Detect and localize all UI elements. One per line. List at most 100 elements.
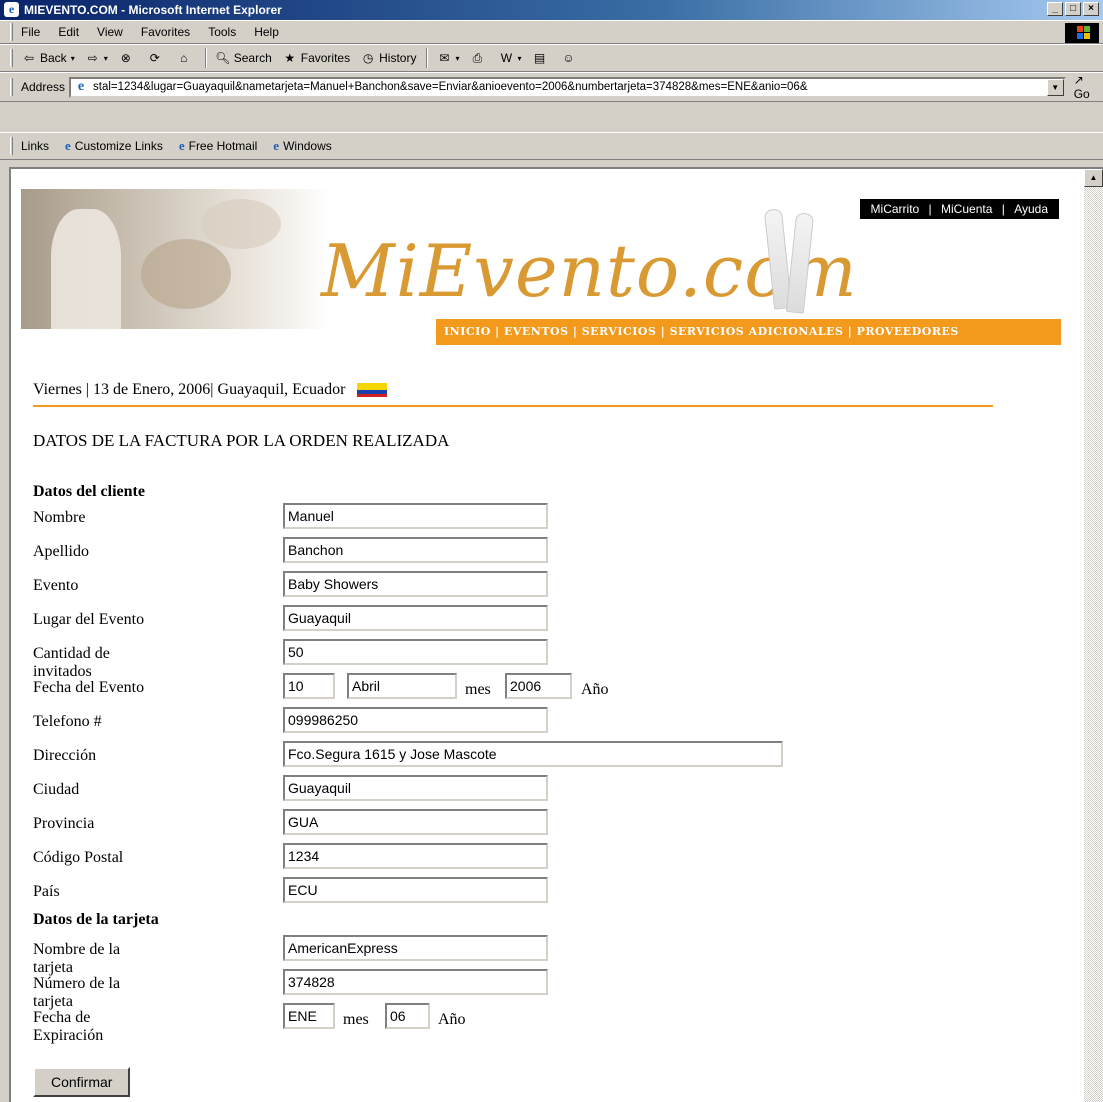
fecha-evento-label: Fecha del Evento [33,679,145,696]
page-icon: e [77,79,85,94]
scroll-up-icon[interactable]: ▲ [1084,169,1103,187]
account-nav: MiCarrito | MiCuenta | Ayuda [859,199,1059,219]
evento-field[interactable]: Baby Showers [283,571,548,597]
address-label: Address [21,80,66,94]
ciudad-field[interactable]: Guayaquil [283,775,548,801]
telefono-label: Telefono # [33,713,102,730]
links-label: Links [21,139,50,153]
exp-anio-label: Año [438,1011,466,1028]
back-arrow-icon: ⇦ [23,51,35,65]
champagne-glasses-image [761,208,821,319]
mail-button[interactable]: ✉ ▾ [436,50,459,66]
messenger-icon: ☺ [562,51,575,65]
link-free-hotmail[interactable]: e Free Hotmail [179,138,257,154]
title-bar: e MIEVENTO.COM - Microsoft Internet Expl… [0,0,1103,20]
menu-file[interactable]: File [21,25,40,39]
section-cliente: Datos del cliente [33,483,145,500]
page-viewport: MiEvento.com MiCarrito | MiCuenta | Ayud… [9,167,1103,1102]
address-url: stal=1234&lugar=Guayaquil&nametarjeta=Ma… [93,81,808,93]
refresh-button[interactable]: ⟳ [147,50,166,66]
tarjeta-numero-field[interactable]: 374828 [283,969,548,995]
menu-favorites[interactable]: Favorites [141,25,190,39]
close-button[interactable]: × [1083,2,1099,16]
search-icon: 🔍︎ [215,51,231,65]
lugar-label: Lugar del Evento [33,611,145,628]
confirm-button[interactable]: Confirmar [33,1067,131,1097]
section-tarjeta: Datos de la tarjeta [33,911,159,928]
nav-micuenta[interactable]: MiCuenta [941,202,992,216]
print-button[interactable]: ⎙ [469,50,488,66]
cantidad-field[interactable]: 50 [283,639,548,665]
menu-help[interactable]: Help [254,25,279,39]
ie-link-icon: e [178,138,185,153]
date-location: Viernes | 13 de Enero, 2006| Guayaquil, … [33,381,388,399]
fecha-dia-field[interactable]: 10 [283,673,335,699]
stop-button[interactable]: ⊗ [118,50,137,66]
address-bar: Address e stal=1234&lugar=Guayaquil&name… [0,72,1103,102]
refresh-icon: ⟳ [149,51,160,65]
telefono-field[interactable]: 099986250 [283,707,548,733]
ciudad-label: Ciudad [33,781,80,798]
expiracion-anio-field[interactable]: 06 [385,1003,430,1029]
fecha-anio-field[interactable]: 2006 [505,673,572,699]
stop-icon: ⊗ [120,51,131,65]
nav-ayuda[interactable]: Ayuda [1014,202,1048,216]
favorites-button[interactable]: ★ Favorites [282,50,350,66]
menu-edit[interactable]: Edit [58,25,79,39]
menu-bar: File Edit View Favorites Tools Help [0,20,1103,44]
main-nav[interactable]: INICIO | EVENTOS | SERVICIOS | SERVICIOS… [436,319,1061,345]
discuss-icon: ▤ [533,51,546,65]
address-dropdown-icon[interactable]: ▼ [1046,78,1064,96]
lugar-field[interactable]: Guayaquil [283,605,548,631]
pais-label: País [33,883,60,900]
provincia-label: Provincia [33,815,95,832]
back-button[interactable]: ⇦ Back ▾ [21,50,75,66]
word-edit-icon: W [500,51,513,65]
discuss-button[interactable]: ▤ [531,50,550,66]
expiracion-label: Fecha de Expiración [33,1009,104,1044]
link-customize[interactable]: e Customize Links [65,138,163,154]
search-button[interactable]: 🔍︎ Search [215,50,272,66]
address-input[interactable]: e stal=1234&lugar=Guayaquil&nametarjeta=… [69,76,1066,98]
messenger-button[interactable]: ☺ [560,50,579,66]
forward-arrow-icon: ⇨ [87,51,98,65]
expiracion-mes-field[interactable]: ENE [283,1003,335,1029]
ie-link-icon: e [65,138,71,153]
nav-micarrito[interactable]: MiCarrito [871,202,920,216]
menu-tools[interactable]: Tools [208,25,236,39]
minimize-button[interactable]: _ [1047,2,1063,16]
nombre-field[interactable]: Manuel [283,503,548,529]
apellido-field[interactable]: Banchon [283,537,548,563]
pais-field[interactable]: ECU [283,877,548,903]
home-icon: ⌂ [180,51,188,65]
go-button[interactable]: ↗ Go [1074,73,1103,101]
direccion-field[interactable]: Fco.Segura 1615 y Jose Mascote [283,741,783,767]
mail-icon: ✉ [439,51,450,65]
postal-field[interactable]: 1234 [283,843,548,869]
exp-mes-label: mes [343,1011,369,1028]
mes-label: mes [465,681,491,698]
ie-app-icon: e [4,2,19,17]
print-icon: ⎙ [472,51,483,65]
edit-button[interactable]: W ▾ [498,50,522,66]
favorites-icon: ★ [284,51,296,65]
forward-button[interactable]: ⇨ ▾ [85,50,108,66]
divider [33,405,993,407]
ie-link-icon: e [273,138,280,153]
postal-label: Código Postal [33,849,124,866]
link-windows[interactable]: e Windows [273,138,331,154]
page-title: DATOS DE LA FACTURA POR LA ORDEN REALIZA… [33,431,450,450]
maximize-button[interactable]: □ [1065,2,1081,16]
invoice-form: Datos del cliente Nombre Manuel Apellido… [33,481,783,1044]
fecha-mes-field[interactable]: Abril [347,673,457,699]
provincia-field[interactable]: GUA [283,809,548,835]
home-button[interactable]: ⌂ [176,50,195,66]
links-bar: Links e Customize Links e Free Hotmail e Wi… [0,132,1103,160]
standard-toolbar: ⇦ Back ▾ ⇨ ▾ ⊗ ⟳ ⌂ 🔍︎ Search ★ Favorites ◷ His… [0,44,1103,72]
direccion-label: Dirección [33,747,97,764]
vertical-scrollbar[interactable]: ▲ [1084,169,1103,1102]
menu-view[interactable]: View [97,25,123,39]
tarjeta-nombre-field[interactable]: AmericanExpress [283,935,548,961]
history-icon: ◷ [362,51,374,65]
history-button[interactable]: ◷ History [360,50,417,66]
